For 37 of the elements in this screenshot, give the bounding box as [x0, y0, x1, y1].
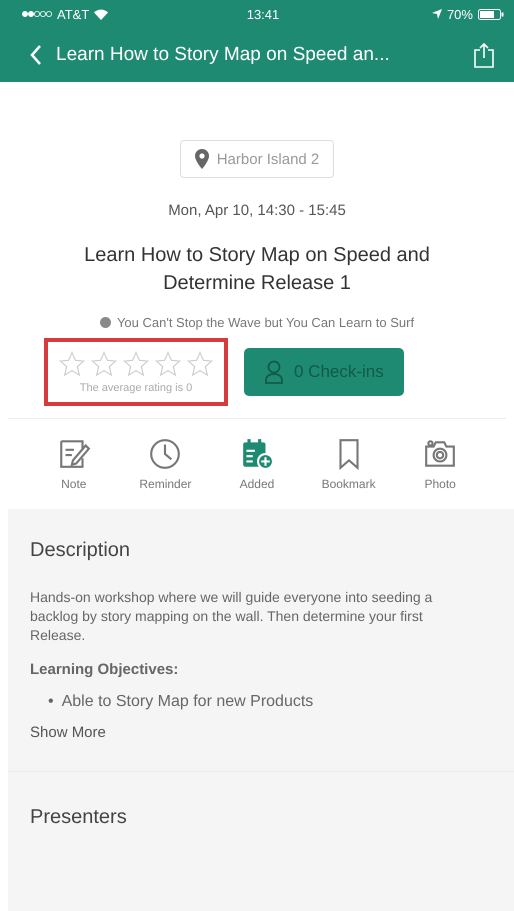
- bullet-mark: •: [48, 692, 54, 712]
- bookmark-action[interactable]: Bookmark: [308, 437, 389, 491]
- carrier-name: AT&T: [57, 6, 90, 22]
- share-icon[interactable]: [474, 42, 494, 68]
- clock-icon: [148, 437, 182, 471]
- clock-time: 13:41: [246, 6, 280, 22]
- photo-action[interactable]: Photo: [400, 437, 480, 491]
- session-datetime: Mon, Apr 10, 14:30 - 15:45: [168, 202, 346, 219]
- battery-percent: 70%: [446, 6, 473, 22]
- section-heading: Description: [30, 539, 132, 562]
- star-icon: [58, 350, 86, 378]
- nav-title: Learn How to Story Map on Speed an...: [56, 44, 391, 66]
- show-more-link[interactable]: Show More: [30, 724, 492, 741]
- location-arrow-icon: [432, 9, 442, 19]
- location-chip[interactable]: Harbor Island 2: [180, 140, 334, 178]
- wifi-icon: [94, 8, 108, 20]
- session-title: Learn How to Story Map on Speed and Determine Release 1: [83, 243, 431, 296]
- star-icon: [90, 350, 118, 378]
- person-icon: [264, 360, 284, 384]
- star-icon: [122, 350, 150, 378]
- star-rating[interactable]: [58, 350, 214, 378]
- note-action[interactable]: Note: [34, 437, 114, 491]
- objective-item: Able to Story Map for new Products: [62, 692, 314, 712]
- battery-icon: [478, 8, 504, 20]
- location-name: Harbor Island 2: [216, 150, 320, 168]
- section-heading: Presenters: [30, 805, 128, 830]
- star-icon: [154, 350, 182, 378]
- track-name: You Can't Stop the Wave but You Can Learn to Surf: [116, 315, 414, 330]
- description-text: Hands-on workshop where we will guide everyone into seeding a backlog by story mapping on the wall. Then determine your first Release.: [30, 588, 434, 645]
- back-icon[interactable]: [30, 44, 42, 66]
- map-pin-icon: [194, 149, 209, 169]
- rating-caption: The average rating is 0: [80, 382, 192, 394]
- star-icon: [186, 350, 214, 378]
- signal-icon: [22, 10, 52, 18]
- objectives-heading: Learning Objectives:: [30, 661, 180, 678]
- reminder-action[interactable]: Reminder: [125, 437, 206, 491]
- calendar-action[interactable]: Added: [216, 437, 297, 491]
